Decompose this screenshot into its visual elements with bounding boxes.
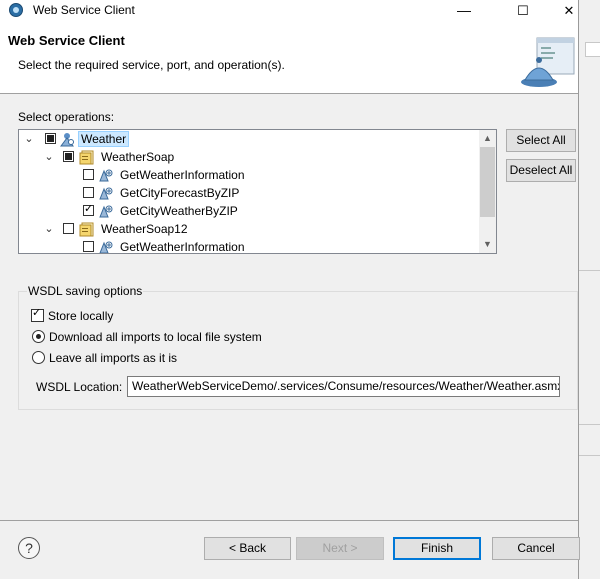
weather-checkbox[interactable]	[45, 133, 56, 144]
tree-label-weathersoap12: WeatherSoap12	[101, 222, 188, 236]
wizard-title: Web Service Client	[8, 33, 125, 48]
operation-checkbox[interactable]	[83, 187, 94, 198]
chevron-down-icon[interactable]: ⌄	[43, 220, 55, 238]
background-divider	[579, 270, 600, 271]
next-button[interactable]: Next >	[296, 537, 384, 560]
minimize-button[interactable]: —	[441, 0, 487, 21]
service-icon	[59, 131, 75, 147]
wsdl-group-title: WSDL saving options	[27, 284, 144, 298]
background-window-edge	[578, 0, 600, 579]
wizard-header: Web Service Client Select the required s…	[0, 21, 578, 94]
operation-icon	[98, 185, 114, 201]
background-divider	[579, 455, 600, 456]
footer-separator	[0, 520, 578, 521]
window-title: Web Service Client	[33, 3, 135, 17]
tree-label-operation: GetCityForecastByZIP	[120, 186, 240, 200]
operations-tree[interactable]: ⌄ Weather ⌄ WeatherSoap GetWeatherInform…	[18, 129, 497, 254]
select-all-button[interactable]: Select All	[506, 129, 576, 152]
tree-label-weathersoap: WeatherSoap	[101, 150, 175, 164]
background-field	[585, 42, 600, 57]
weathersoap12-checkbox[interactable]	[63, 223, 74, 234]
close-button[interactable]: ✕	[546, 0, 592, 21]
deselect-all-button[interactable]: Deselect All	[506, 159, 576, 182]
maximize-button[interactable]: ☐	[500, 0, 546, 21]
chevron-down-icon[interactable]: ⌄	[23, 130, 35, 148]
scroll-thumb[interactable]	[480, 147, 495, 217]
operation-icon	[98, 203, 114, 219]
scroll-down-icon[interactable]: ▼	[479, 236, 496, 253]
scroll-up-icon[interactable]: ▲	[479, 130, 496, 147]
store-locally-label: Store locally	[48, 309, 114, 323]
help-icon[interactable]: ?	[18, 537, 40, 559]
back-button[interactable]: < Back	[204, 537, 291, 560]
select-operations-label: Select operations:	[18, 110, 115, 124]
header-separator	[0, 93, 578, 94]
operation-checkbox[interactable]	[83, 203, 94, 216]
leave-imports-label: Leave all imports as it is	[49, 351, 178, 365]
eclipse-app-icon	[9, 3, 23, 17]
chevron-down-icon[interactable]: ⌄	[43, 148, 55, 166]
operation-checkbox[interactable]	[83, 169, 94, 180]
wsdl-location-field[interactable]: WeatherWebServiceDemo/.services/Consume/…	[127, 376, 560, 397]
web-service-wizard-icon	[519, 36, 575, 88]
cancel-button[interactable]: Cancel	[492, 537, 580, 560]
finish-button[interactable]: Finish	[393, 537, 481, 560]
tree-label-weather: Weather	[78, 131, 130, 147]
leave-imports-radio[interactable]	[32, 351, 45, 364]
tree-label-operation: GetWeatherInformation	[120, 168, 245, 182]
download-imports-label: Download all imports to local file syste…	[49, 330, 262, 344]
title-bar[interactable]: Web Service Client — ☐ ✕	[0, 0, 578, 21]
wsdl-location-label: WSDL Location:	[36, 380, 123, 394]
weathersoap-checkbox[interactable]	[63, 151, 74, 162]
operation-icon	[98, 239, 114, 253]
store-locally-checkbox[interactable]	[31, 307, 44, 322]
tree-label-operation: GetWeatherInformation	[120, 240, 245, 254]
port-icon	[79, 149, 95, 165]
web-service-client-dialog: Web Service Client — ☐ ✕ Web Service Cli…	[0, 0, 580, 579]
operation-checkbox[interactable]	[83, 241, 94, 252]
background-divider	[579, 424, 600, 425]
wizard-description: Select the required service, port, and o…	[18, 58, 285, 72]
operation-icon	[98, 167, 114, 183]
tree-label-operation: GetCityWeatherByZIP	[120, 204, 238, 218]
tree-vertical-scrollbar[interactable]: ▲ ▼	[479, 130, 496, 253]
download-imports-radio[interactable]	[32, 330, 45, 343]
port-icon	[79, 221, 95, 237]
